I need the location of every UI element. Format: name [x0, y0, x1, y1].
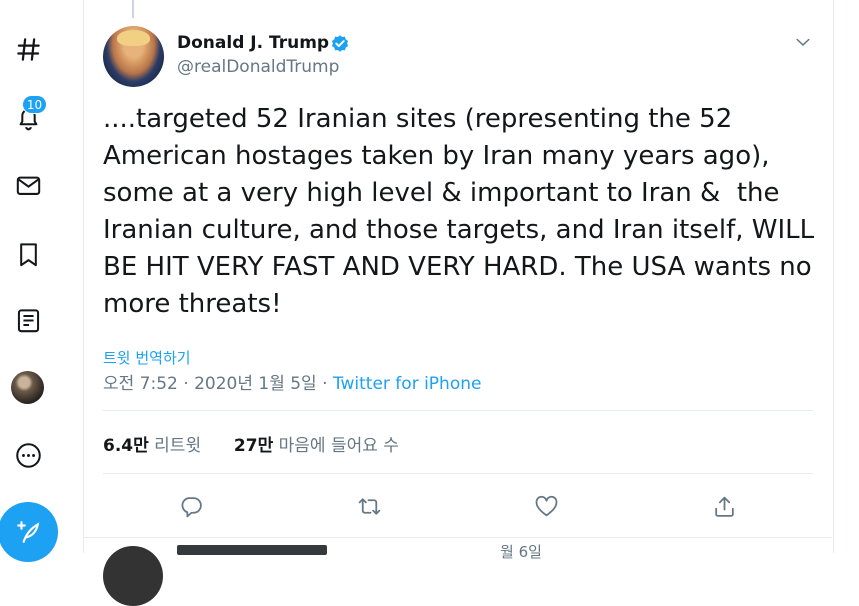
engagement-stats: 6.4만 리트윗 27만 마음에 들어요 수 [103, 431, 399, 456]
reply-button[interactable] [176, 491, 206, 521]
divider [103, 410, 813, 411]
envelope-icon [16, 176, 40, 195]
thread-connector [132, 0, 134, 18]
left-nav: 10 [0, 0, 84, 562]
notifications-badge: 10 [22, 95, 47, 114]
retweet-button[interactable] [354, 491, 384, 521]
author-handle[interactable]: @realDonaldTrump [177, 57, 339, 77]
translate-tweet-link[interactable]: 트윗 번역하기 [103, 347, 191, 368]
profile-avatar[interactable] [11, 371, 44, 404]
hashtag-icon [16, 37, 40, 61]
likes-stat[interactable]: 27만 마음에 들어요 수 [234, 436, 399, 456]
like-button[interactable] [531, 491, 561, 521]
more-circle-icon [15, 442, 41, 468]
share-icon [714, 496, 734, 517]
retweets-label: 리트윗 [154, 436, 202, 456]
meta-separator: · [183, 374, 189, 394]
retweet-icon [358, 497, 380, 515]
retweets-count: 6.4만 [103, 436, 149, 456]
compose-tweet-button[interactable] [0, 502, 58, 562]
next-tweet-date: 월 6일 [500, 543, 542, 561]
retweets-stat[interactable]: 6.4만 리트윗 [103, 436, 201, 456]
list-icon [17, 308, 39, 332]
next-tweet-author[interactable] [177, 545, 327, 555]
share-button[interactable] [709, 491, 739, 521]
meta-separator: · [322, 374, 328, 394]
bookmarks-button[interactable] [10, 236, 46, 272]
feather-plus-icon [17, 521, 40, 543]
divider [103, 473, 813, 474]
bookmark-icon [19, 242, 37, 266]
tweet-time[interactable]: 오전 7:52 [103, 374, 178, 394]
author-avatar[interactable] [103, 26, 164, 87]
more-button[interactable] [10, 437, 46, 473]
likes-count: 27만 [233, 436, 274, 456]
chevron-down-icon[interactable] [793, 32, 813, 52]
reply-icon [181, 496, 202, 517]
tweet-timestamp: 오전 7:52 · 2020년 1월 5일 · Twitter for iPho… [103, 369, 481, 394]
messages-button[interactable] [10, 167, 46, 203]
author-name[interactable]: Donald J. Trump [177, 33, 329, 53]
tweet-text: ....targeted 52 Iranian sites (represent… [103, 104, 823, 319]
next-tweet-avatar[interactable] [103, 546, 163, 606]
explore-button[interactable] [10, 31, 46, 67]
heart-icon [535, 495, 557, 516]
likes-label: 마음에 들어요 수 [278, 436, 399, 456]
tweet-date[interactable]: 2020년 1월 5일 [194, 374, 317, 394]
verified-badge-icon [332, 35, 348, 52]
lists-button[interactable] [10, 302, 46, 338]
tweet-source-link[interactable]: Twitter for iPhone [333, 374, 482, 394]
